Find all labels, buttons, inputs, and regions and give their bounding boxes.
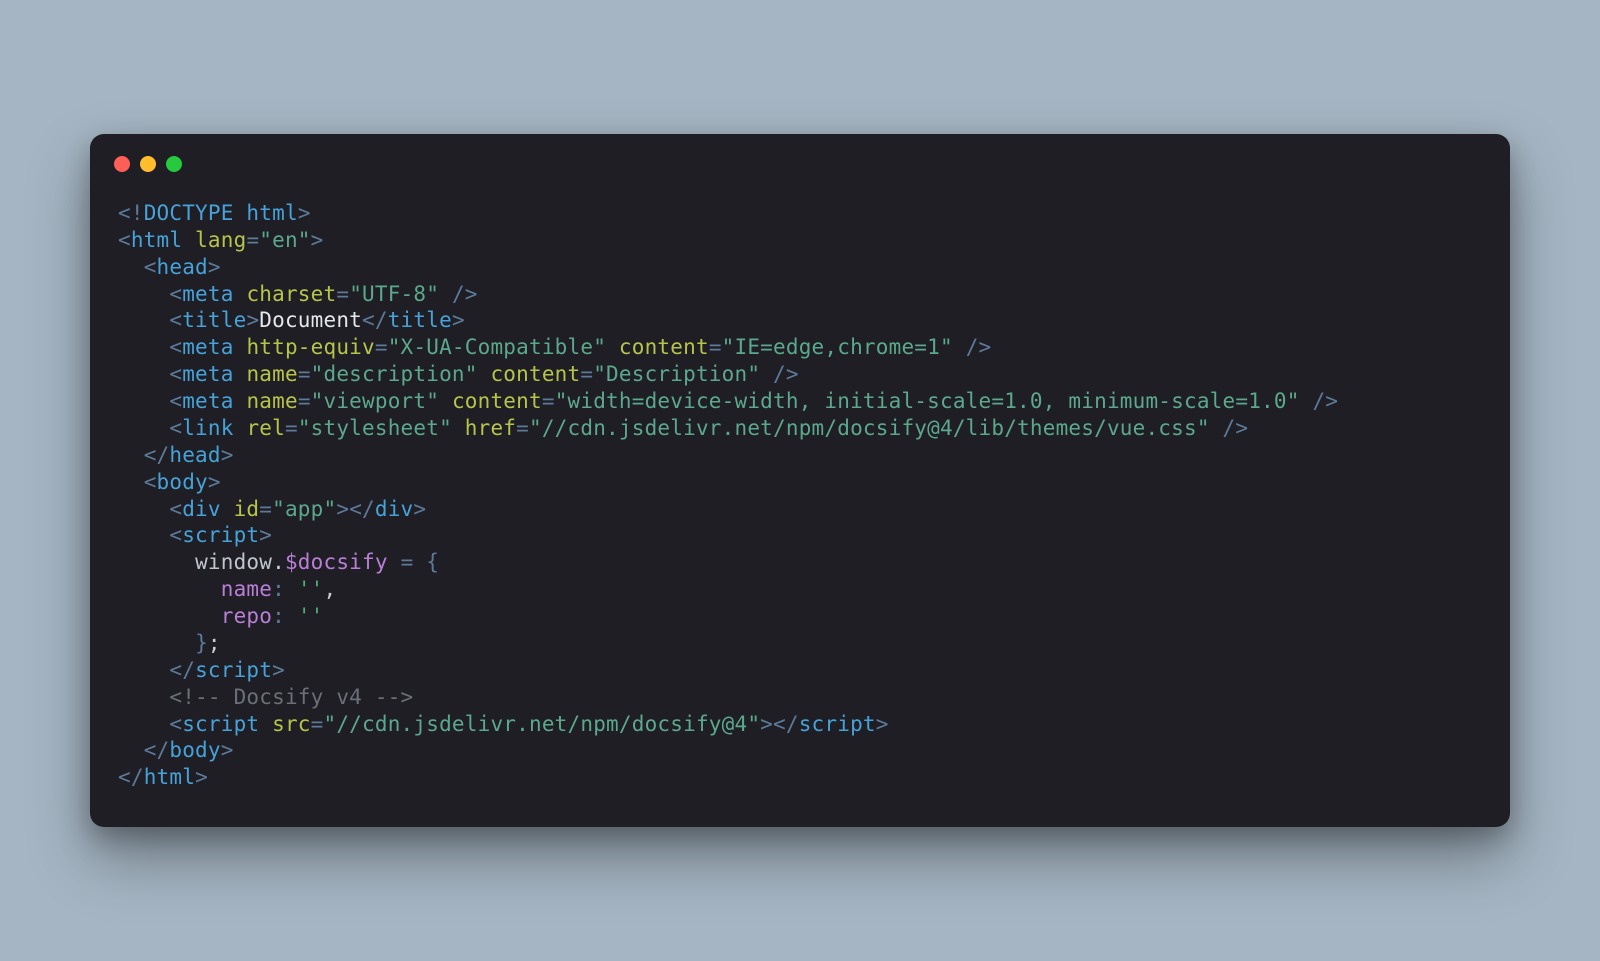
- code-line: <meta name="description" content="Descri…: [118, 361, 1482, 388]
- code-line: <meta charset="UTF-8" />: [118, 281, 1482, 308]
- code-line: <!DOCTYPE html>: [118, 200, 1482, 227]
- code-line: repo: '': [118, 603, 1482, 630]
- code-line: <link rel="stylesheet" href="//cdn.jsdel…: [118, 415, 1482, 442]
- close-icon[interactable]: [114, 156, 130, 172]
- code-line: <script>: [118, 522, 1482, 549]
- code-line: <meta http-equiv="X-UA-Compatible" conte…: [118, 334, 1482, 361]
- code-line: <title>Document</title>: [118, 307, 1482, 334]
- window-titlebar: [90, 134, 1510, 182]
- code-line: </script>: [118, 657, 1482, 684]
- maximize-icon[interactable]: [166, 156, 182, 172]
- code-line: window.$docsify = {: [118, 549, 1482, 576]
- code-line: </html>: [118, 764, 1482, 791]
- code-line: </body>: [118, 737, 1482, 764]
- code-line: <head>: [118, 254, 1482, 281]
- code-line: <script src="//cdn.jsdelivr.net/npm/docs…: [118, 711, 1482, 738]
- code-block: <!DOCTYPE html><html lang="en"> <head> <…: [90, 182, 1510, 799]
- code-line: <html lang="en">: [118, 227, 1482, 254]
- code-line: };: [118, 630, 1482, 657]
- code-line: <body>: [118, 469, 1482, 496]
- minimize-icon[interactable]: [140, 156, 156, 172]
- code-line: name: '',: [118, 576, 1482, 603]
- code-window: <!DOCTYPE html><html lang="en"> <head> <…: [90, 134, 1510, 827]
- code-line: <!-- Docsify v4 -->: [118, 684, 1482, 711]
- code-line: <div id="app"></div>: [118, 496, 1482, 523]
- code-line: </head>: [118, 442, 1482, 469]
- code-line: <meta name="viewport" content="width=dev…: [118, 388, 1482, 415]
